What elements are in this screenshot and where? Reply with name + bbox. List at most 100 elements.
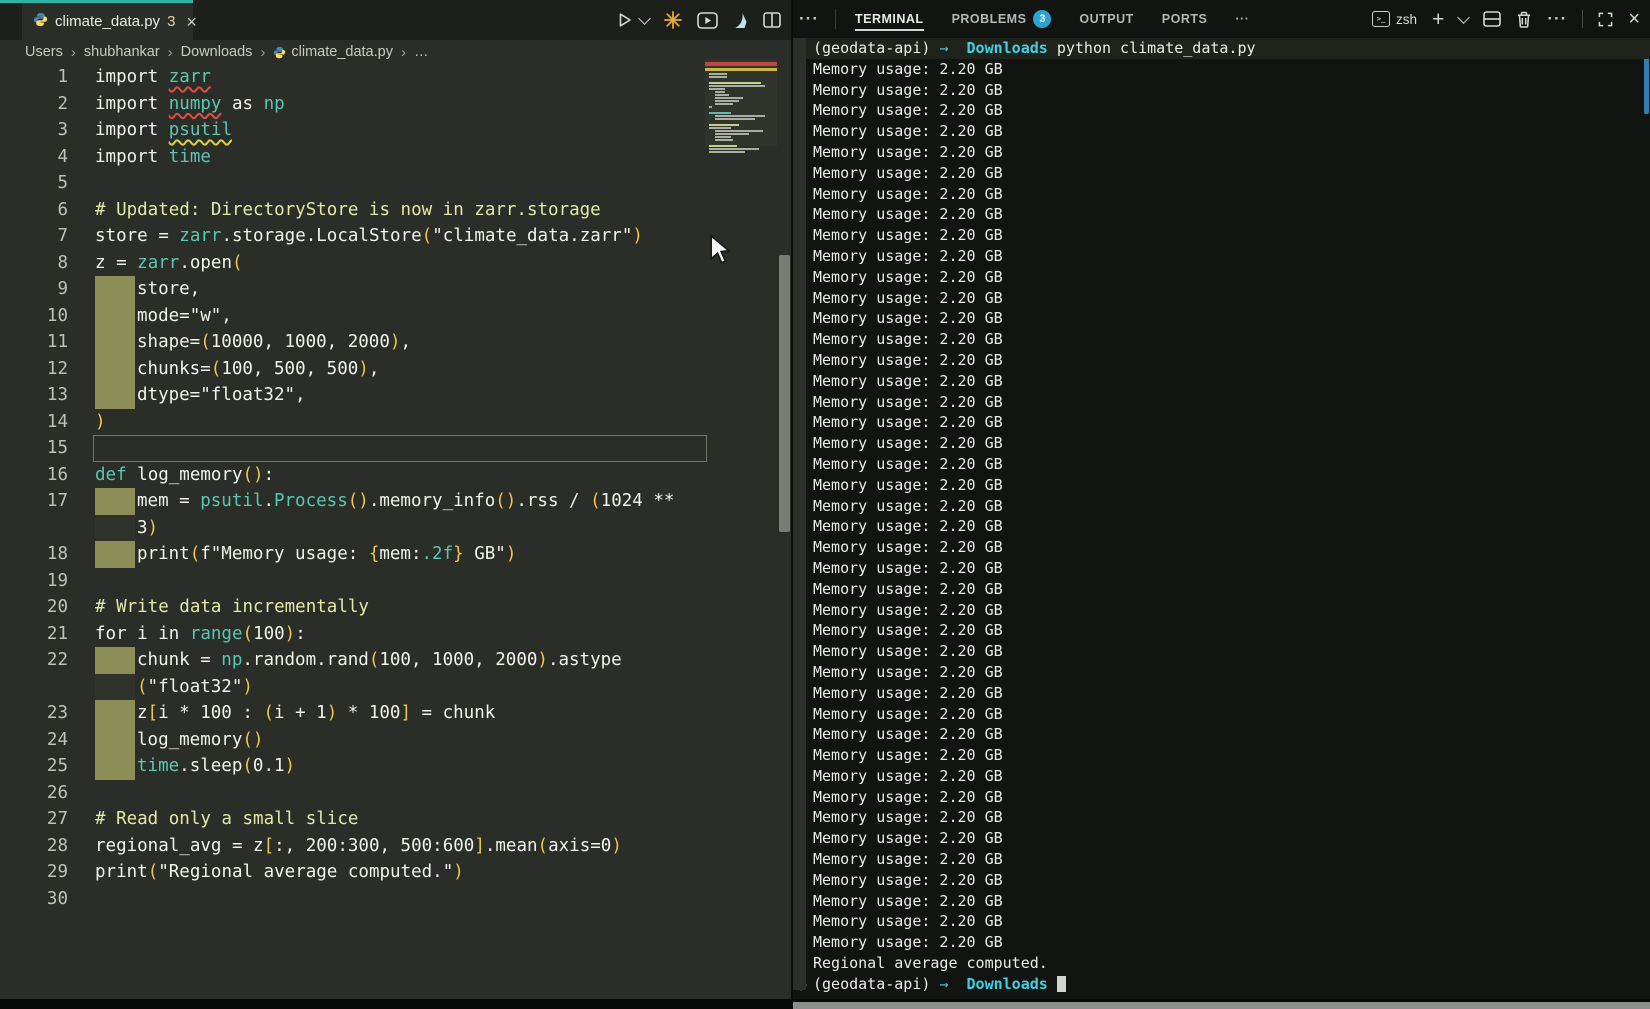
- minimap-line: [715, 133, 749, 135]
- panel-tab-output[interactable]: OUTPUT: [1079, 0, 1133, 38]
- minimap-line: [705, 142, 777, 144]
- new-terminal-icon[interactable]: +: [1432, 9, 1444, 30]
- minimap-line: [709, 76, 727, 78]
- indent-highlight: [95, 356, 135, 383]
- panel-header: ··· TERMINAL PROBLEMS3 OUTPUT PORTS ··· >_ z…: [793, 0, 1650, 38]
- code-text: def log_memory():: [95, 462, 274, 489]
- indent-highlight: [95, 700, 135, 727]
- editor-actions: [617, 0, 781, 40]
- shell-label: zsh: [1396, 12, 1417, 27]
- breadcrumb: Users›shubhankar›Downloads›climate_data.…: [0, 40, 791, 64]
- breadcrumb-item-shubhankar[interactable]: shubhankar: [84, 44, 160, 60]
- code-line: 10 mode="w",: [0, 303, 791, 330]
- code-text: ): [95, 409, 106, 436]
- breadcrumb-separator: ›: [260, 44, 265, 61]
- panel-tab-[interactable]: ···: [1235, 0, 1249, 38]
- code-line: 18print(f"Memory usage: {mem:.2f} GB"): [0, 541, 791, 568]
- code-line: 7store = zarr.storage.LocalStore("climat…: [0, 223, 791, 250]
- terminal-prompt-line: (geodata-api) → Downloads: [793, 974, 1650, 995]
- code-editor[interactable]: 1import zarr2import numpy as np3import p…: [0, 64, 791, 912]
- minimap-line: [705, 79, 777, 81]
- kill-terminal-trash-icon[interactable]: [1516, 11, 1532, 28]
- breadcrumb-item-[interactable]: …: [414, 44, 429, 60]
- minimap-line: [709, 106, 712, 108]
- code-line: 30: [0, 886, 791, 913]
- code-line: 28regional_avg = z[:, 200:300, 500:600].…: [0, 833, 791, 860]
- terminal-output-line: Memory usage: 2.20 GB: [793, 496, 1650, 517]
- maximize-panel-icon[interactable]: [1598, 12, 1613, 27]
- terminal-output-line: Memory usage: 2.20 GB: [793, 537, 1650, 558]
- terminal-output[interactable]: (geodata-api) → Downloads python climate…: [793, 38, 1650, 995]
- code-line: 2import numpy as np: [0, 91, 791, 118]
- code-line: 15: [0, 435, 791, 462]
- terminal-output-line: Memory usage: 2.20 GB: [793, 392, 1650, 413]
- panel-left-strip: [793, 38, 806, 990]
- panel-tab-ports[interactable]: PORTS: [1162, 0, 1208, 38]
- minimap-line: [709, 127, 731, 129]
- line-number: 11: [0, 329, 68, 356]
- editor-scrollbar[interactable]: [779, 255, 790, 532]
- minimap-line: [709, 151, 745, 153]
- code-text: print("Regional average computed."): [95, 859, 464, 886]
- terminal-output-line: Memory usage: 2.20 GB: [793, 724, 1650, 745]
- panel-sash: [835, 9, 836, 29]
- mouse-cursor: [708, 234, 732, 266]
- code-text: # Write data incrementally: [95, 594, 369, 621]
- minimap-line: [705, 121, 777, 123]
- python-icon: [273, 46, 286, 59]
- minimap-line: [715, 130, 763, 132]
- terminal-output-line: Memory usage: 2.20 GB: [793, 475, 1650, 496]
- minimap-line: [709, 145, 737, 147]
- code-text: # Read only a small slice: [95, 806, 358, 833]
- close-panel-icon[interactable]: ×: [1628, 9, 1640, 29]
- blue-tool-icon[interactable]: [733, 12, 748, 29]
- code-line: 1import zarr: [0, 64, 791, 91]
- tab-badge: 3: [167, 13, 175, 30]
- indent-wrap-shade: [95, 515, 135, 542]
- terminal-output-line: Memory usage: 2.20 GB: [793, 371, 1650, 392]
- starburst-extension-icon[interactable]: [664, 11, 682, 29]
- breadcrumb-item-users[interactable]: Users: [25, 44, 63, 60]
- breadcrumb-item-climatedatapy[interactable]: climate_data.py: [273, 44, 393, 60]
- terminal-output-line: Memory usage: 2.20 GB: [793, 849, 1650, 870]
- tab-climate-data-py[interactable]: climate_data.py 3 ×: [22, 3, 193, 40]
- code-text: chunk = np.random.rand(100, 1000, 2000).…: [137, 647, 622, 674]
- code-line: 29print("Regional average computed."): [0, 859, 791, 886]
- line-number: 10: [0, 303, 68, 330]
- close-tab-icon[interactable]: ×: [186, 13, 197, 31]
- breadcrumb-item-downloads[interactable]: Downloads: [181, 44, 253, 60]
- terminal-output-line: Memory usage: 2.20 GB: [793, 454, 1650, 475]
- terminal-cursor: [1057, 976, 1066, 992]
- run-in-box-icon[interactable]: [697, 12, 718, 29]
- split-terminal-icon[interactable]: [1483, 11, 1501, 27]
- minimap-line: [709, 88, 725, 90]
- code-line: 12chunks=(100, 500, 500),: [0, 356, 791, 383]
- indent-highlight: [95, 329, 135, 356]
- minimap-error-marker: [705, 62, 777, 66]
- minimap[interactable]: [705, 60, 777, 146]
- editor-more-actions-icon[interactable]: ···: [799, 9, 819, 29]
- terminal-output-line: Memory usage: 2.20 GB: [793, 807, 1650, 828]
- line-number: 12: [0, 356, 68, 383]
- split-editor-icon[interactable]: [763, 12, 781, 28]
- code-text: import time: [95, 144, 211, 171]
- panel-more-actions-icon[interactable]: ···: [1547, 9, 1567, 29]
- line-number: 6: [0, 197, 68, 224]
- run-dropdown-chevron-icon[interactable]: [640, 18, 649, 23]
- minimap-line: [709, 148, 759, 150]
- terminal-dropdown-chevron-icon[interactable]: [1457, 11, 1470, 24]
- panel-tab-terminal[interactable]: TERMINAL: [855, 0, 924, 38]
- code-line: 21for i in range(100):: [0, 621, 791, 648]
- code-line-wrap: ("float32"): [0, 674, 791, 701]
- minimap-line: [709, 124, 739, 126]
- terminal-output-line: Memory usage: 2.20 GB: [793, 329, 1650, 350]
- minimap-warning-marker: [705, 68, 777, 71]
- code-text: mode="w",: [137, 303, 232, 330]
- terminal-output-line: Memory usage: 2.20 GB: [793, 288, 1650, 309]
- code-text: print(f"Memory usage: {mem:.2f} GB"): [137, 541, 516, 568]
- code-text: z = zarr.open(: [95, 250, 243, 277]
- shell-selector[interactable]: >_ zsh: [1372, 11, 1417, 27]
- run-python-button[interactable]: [617, 12, 633, 28]
- panel-tab-problems[interactable]: PROBLEMS3: [952, 0, 1052, 38]
- code-text: z[i * 100 : (i + 1) * 100] = chunk: [137, 700, 495, 727]
